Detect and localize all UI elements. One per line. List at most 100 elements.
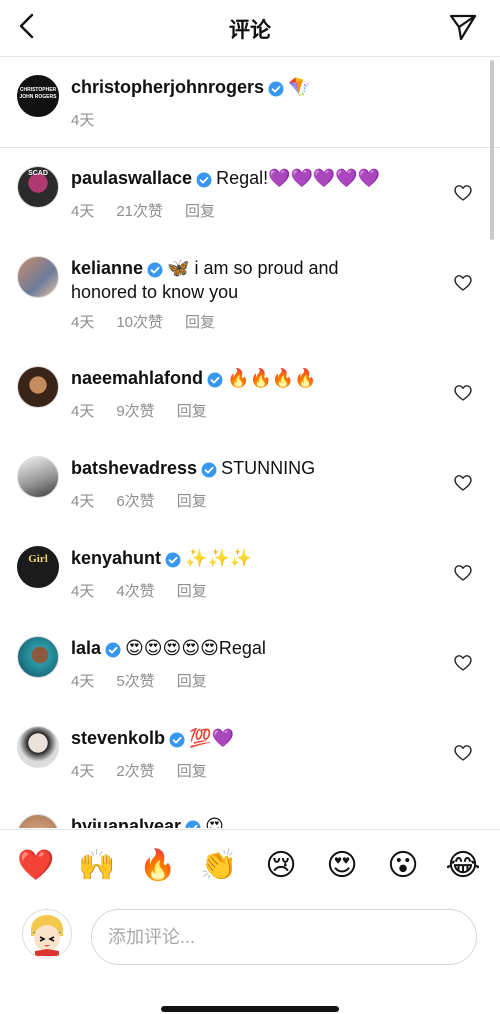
emoji-button[interactable]: 😂 <box>443 848 483 884</box>
comment-time: 4天 <box>71 583 95 600</box>
comment-time: 4天 <box>71 673 95 690</box>
avatar[interactable]: CHRISTOPHER JOHN ROGERS <box>17 75 59 117</box>
home-indicator <box>161 1006 339 1012</box>
quick-emoji-bar: ❤️ 🙌 🔥 👏 😢 😍 😮 😂 <box>0 848 500 888</box>
comment-likes[interactable]: 4次赞 <box>116 583 154 600</box>
comment-meta: 4天 2次赞 回复 <box>71 760 229 781</box>
avatar[interactable]: SCAD <box>17 166 59 208</box>
avatar[interactable] <box>22 909 72 959</box>
reply-button[interactable]: 回复 <box>177 493 207 510</box>
comment-username[interactable]: paulaswallace <box>71 168 192 188</box>
comment-text: 💯💜 <box>189 728 234 748</box>
verified-badge-icon <box>196 172 212 188</box>
avatar[interactable]: Girl <box>17 546 59 588</box>
reply-button[interactable]: 回复 <box>177 583 207 600</box>
avatar[interactable] <box>17 636 59 678</box>
comment-text: STUNNING <box>221 458 316 478</box>
reply-button[interactable]: 回复 <box>177 673 207 690</box>
verified-badge-icon <box>185 820 201 828</box>
comment-username[interactable]: byjuanalvear <box>71 816 181 828</box>
comment-username[interactable]: batshevadress <box>71 458 197 478</box>
avatar[interactable] <box>17 456 59 498</box>
input-row <box>0 904 500 974</box>
comment-text: Regal!💜💜💜💜💜 <box>216 168 381 188</box>
header-bar: 评论 <box>0 0 500 57</box>
heart-outline-icon[interactable] <box>454 744 472 762</box>
emoji-button[interactable]: 🙌 <box>77 848 117 884</box>
reply-button[interactable]: 回复 <box>177 763 207 780</box>
comment-item: batshevadress STUNNING 4天 6次赞 回复 <box>0 456 500 526</box>
comment-time: 4天 <box>71 203 95 220</box>
comment-meta: 4天 5次赞 回复 <box>71 670 229 691</box>
comment-input[interactable] <box>91 909 477 965</box>
emoji-button[interactable]: 😢 <box>261 848 301 884</box>
emoji-button[interactable]: 😍 <box>322 848 362 884</box>
heart-outline-icon[interactable] <box>454 384 472 402</box>
verified-badge-icon <box>147 262 163 278</box>
heart-outline-icon[interactable] <box>454 274 472 292</box>
comment-time: 4天 <box>71 403 95 420</box>
comment-item: lala 😍😍😍😍😍Regal 4天 5次赞 回复 <box>0 636 500 706</box>
comment-list: SCAD paulaswallace Regal!💜💜💜💜💜 4天 21次赞 回复 k… <box>0 148 500 828</box>
post-caption: CHRISTOPHER JOHN ROGERS christopherjohnr… <box>0 57 500 148</box>
comment-meta: 4天 21次赞 回复 <box>71 200 237 221</box>
comment-item: SCAD paulaswallace Regal!💜💜💜💜💜 4天 21次赞 回复 <box>0 166 500 236</box>
verified-badge-icon <box>169 732 185 748</box>
reply-button[interactable]: 回复 <box>185 203 215 220</box>
comment-likes[interactable]: 6次赞 <box>116 493 154 510</box>
emoji-button[interactable]: 👏 <box>199 848 239 884</box>
comment-likes[interactable]: 2次赞 <box>116 763 154 780</box>
avatar[interactable] <box>17 726 59 768</box>
comment-likes[interactable]: 21次赞 <box>116 203 163 220</box>
avatar-text: Girl <box>28 553 48 565</box>
comment-text: 😍 <box>205 816 224 828</box>
avatar[interactable] <box>17 814 59 828</box>
cartoon-avatar-icon <box>31 915 63 956</box>
comment-item: Girl kenyahunt ✨✨✨ 4天 4次赞 回复 <box>0 546 500 616</box>
comment-meta: 4天 6次赞 回复 <box>71 490 229 511</box>
comment-item: kelianne 🦋 i am so proud and honored to k… <box>0 256 500 336</box>
comment-time: 4天 <box>71 493 95 510</box>
comment-item: stevenkolb 💯💜 4天 2次赞 回复 <box>0 726 500 796</box>
reply-button[interactable]: 回复 <box>185 314 215 331</box>
comment-username[interactable]: lala <box>71 638 101 658</box>
comment-time: 4天 <box>71 763 95 780</box>
emoji-button[interactable]: 🔥 <box>138 848 178 884</box>
heart-outline-icon[interactable] <box>454 184 472 202</box>
page-title: 评论 <box>229 19 271 42</box>
comment-username[interactable]: kelianne <box>71 258 143 278</box>
comment-likes[interactable]: 5次赞 <box>116 673 154 690</box>
comment-likes[interactable]: 10次赞 <box>116 314 163 331</box>
avatar-logo-text: CHRISTOPHER JOHN ROGERS <box>19 87 57 100</box>
comment-time: 4天 <box>71 314 95 331</box>
heart-outline-icon[interactable] <box>454 564 472 582</box>
comment-text: 🔥🔥🔥🔥 <box>227 368 317 388</box>
avatar[interactable] <box>17 366 59 408</box>
avatar[interactable] <box>17 256 59 298</box>
caption-text: 🪁 <box>288 77 311 97</box>
paper-plane-icon[interactable] <box>448 12 478 42</box>
caption-meta: 4天 <box>71 109 116 130</box>
comment-username[interactable]: stevenkolb <box>71 728 165 748</box>
comment-likes[interactable]: 9次赞 <box>116 403 154 420</box>
comment-meta: 4天 10次赞 回复 <box>71 311 237 332</box>
comment-item: naeemahlafond 🔥🔥🔥🔥 4天 9次赞 回复 <box>0 366 500 436</box>
verified-badge-icon <box>268 81 284 97</box>
heart-outline-icon[interactable] <box>454 474 472 492</box>
reply-button[interactable]: 回复 <box>177 403 207 420</box>
comment-item: byjuanalvear 😍 <box>0 814 500 828</box>
caption-username[interactable]: christopherjohnrogers <box>71 77 264 97</box>
verified-badge-icon <box>165 552 181 568</box>
comment-username[interactable]: kenyahunt <box>71 548 161 568</box>
avatar-text: SCAD <box>28 170 48 177</box>
comment-username[interactable]: naeemahlafond <box>71 368 203 388</box>
comment-text: ✨✨✨ <box>185 548 253 568</box>
emoji-button[interactable]: 😮 <box>383 848 423 884</box>
verified-badge-icon <box>201 462 217 478</box>
heart-outline-icon[interactable] <box>454 654 472 672</box>
comment-composer: ❤️ 🙌 🔥 👏 😢 😍 😮 😂 <box>0 829 500 1014</box>
verified-badge-icon <box>207 372 223 388</box>
caption-time: 4天 <box>71 112 95 129</box>
comment-text: 😍😍😍😍😍Regal <box>125 638 266 658</box>
emoji-button[interactable]: ❤️ <box>16 848 56 884</box>
